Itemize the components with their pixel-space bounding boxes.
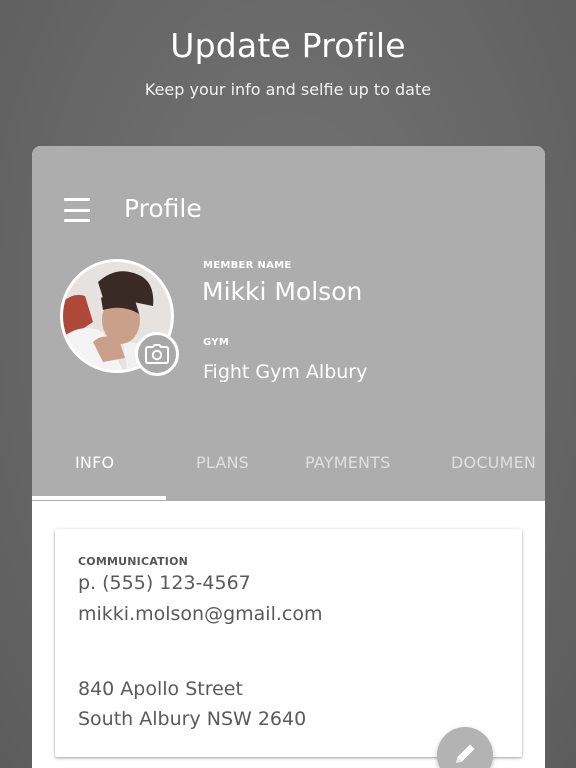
- profile-tabs: INFO PLANS PAYMENTS DOCUMEN: [32, 443, 545, 501]
- profile-header: Profile MEMBER NAME Mikki Molson GYM Fig…: [32, 146, 545, 501]
- tab-plans[interactable]: PLANS: [196, 453, 249, 472]
- promo-headline: Update Profile: [170, 26, 406, 65]
- communication-label: COMMUNICATION: [78, 555, 189, 568]
- email-address[interactable]: mikki.molson@gmail.com: [78, 603, 322, 625]
- tab-payments[interactable]: PAYMENTS: [305, 453, 391, 472]
- camera-icon: [145, 344, 169, 364]
- address-line-2: South Albury NSW 2640: [78, 708, 307, 730]
- screen-title: Profile: [124, 194, 202, 223]
- change-photo-button[interactable]: [135, 332, 179, 376]
- pencil-icon: [456, 744, 475, 763]
- member-name: Mikki Molson: [202, 277, 363, 306]
- tab-documents[interactable]: DOCUMEN: [451, 453, 536, 472]
- gym-name: Fight Gym Albury: [203, 361, 368, 383]
- active-tab-indicator: [32, 496, 166, 500]
- communication-card: COMMUNICATION p. (555) 123-4567 mikki.mo…: [55, 529, 522, 757]
- phone-number[interactable]: p. (555) 123-4567: [78, 572, 251, 594]
- gym-label: GYM: [203, 337, 230, 348]
- app-screen: Profile MEMBER NAME Mikki Molson GYM Fig…: [32, 146, 545, 768]
- promo-subline: Keep your info and selfie up to date: [144, 80, 432, 99]
- address-line-1: 840 Apollo Street: [78, 678, 243, 700]
- hamburger-menu-icon[interactable]: [64, 198, 92, 222]
- tab-info[interactable]: INFO: [75, 453, 114, 472]
- member-name-label: MEMBER NAME: [203, 260, 292, 271]
